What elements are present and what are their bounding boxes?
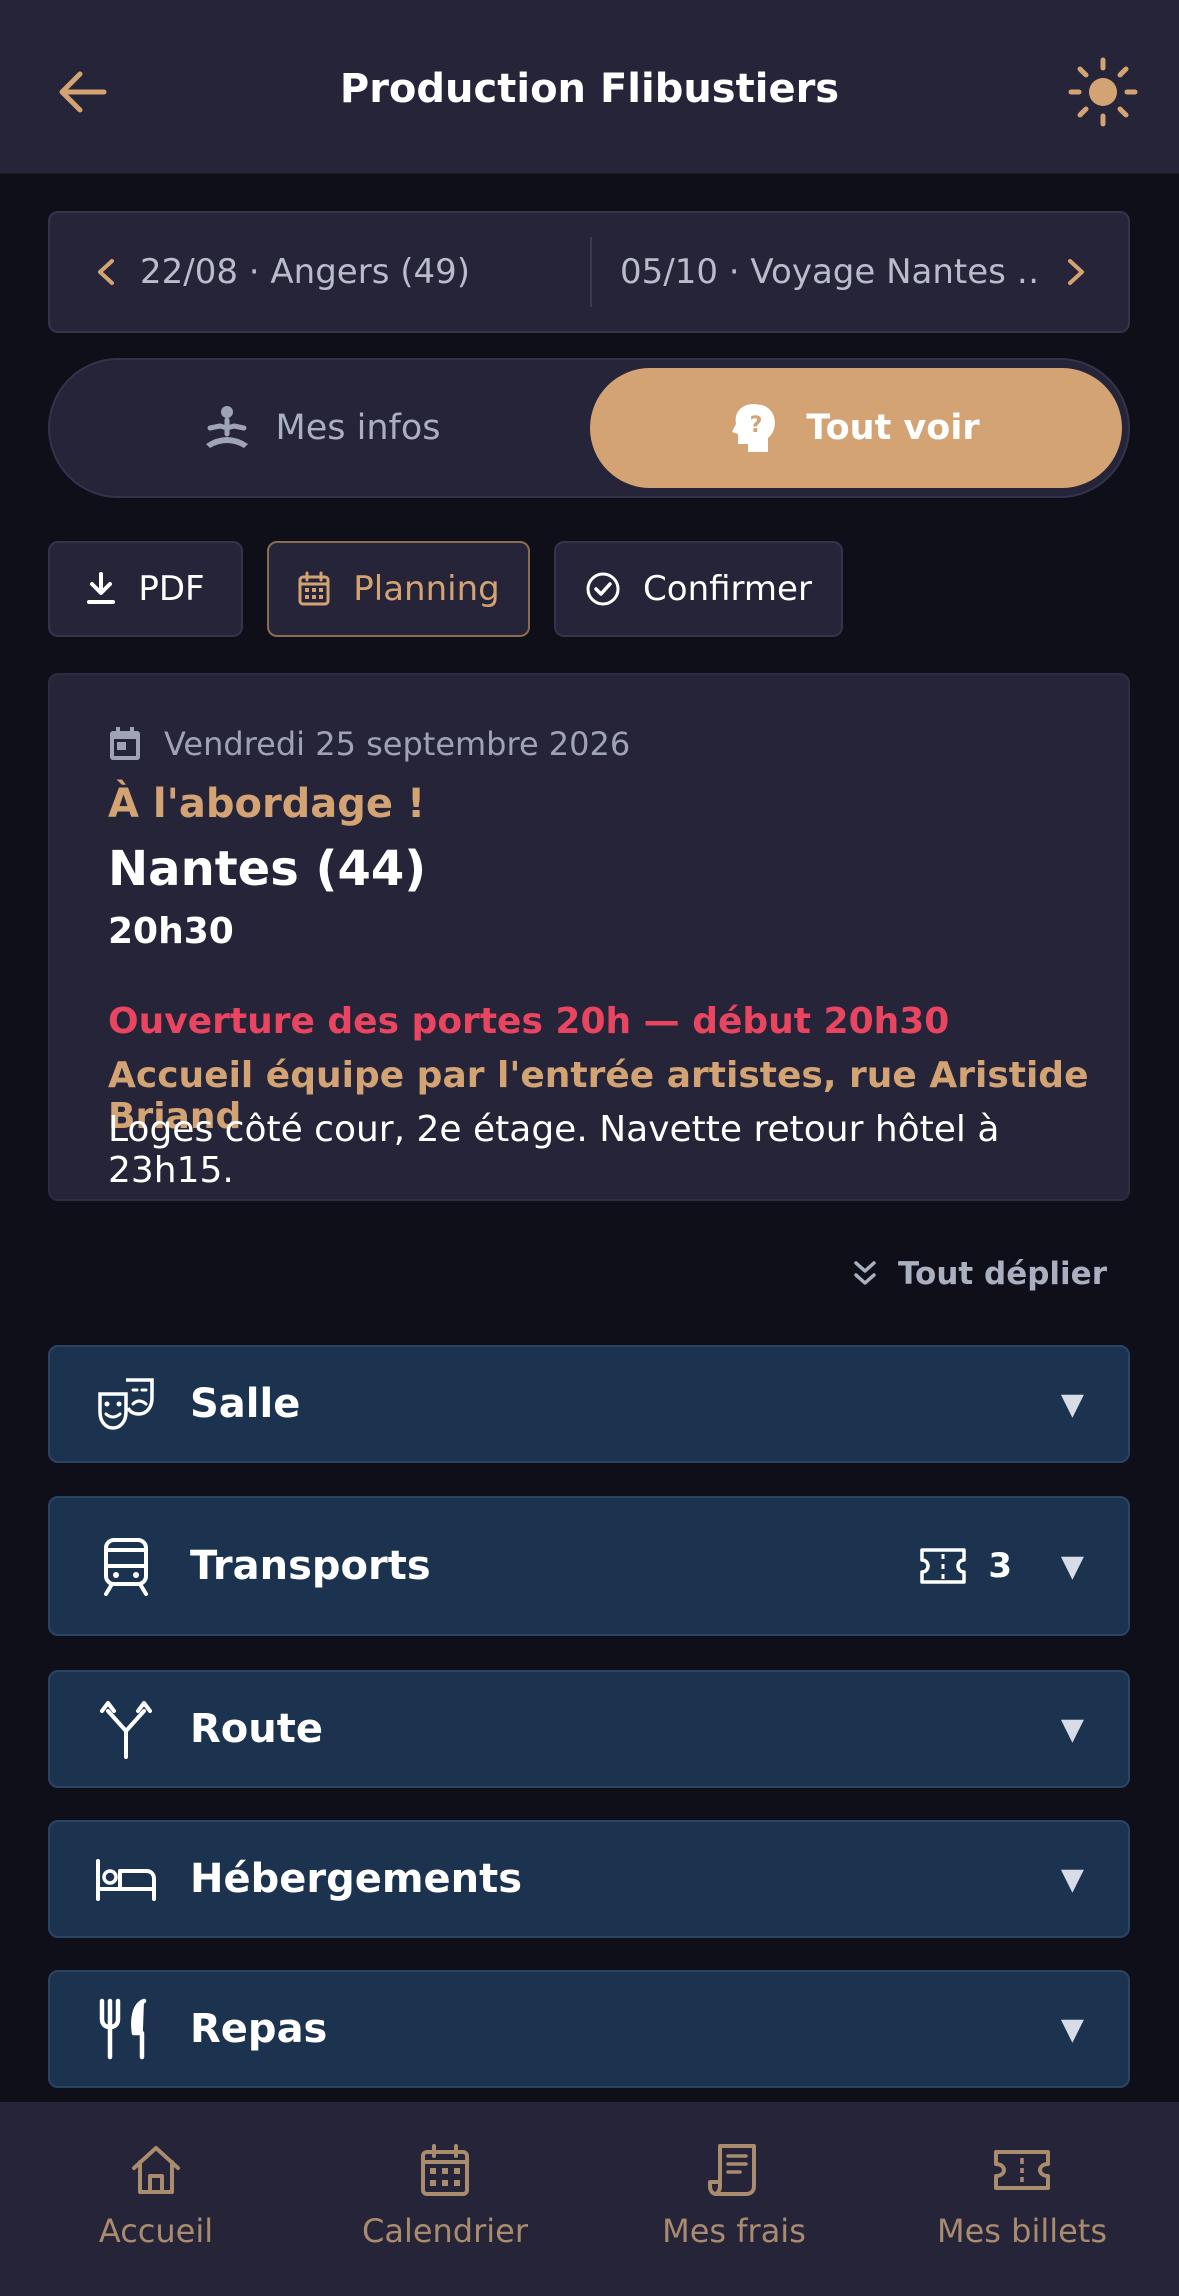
theater-masks-icon [94, 1372, 158, 1436]
svg-text:?: ? [750, 413, 763, 438]
ticket-count: 3 [988, 1546, 1012, 1586]
show-title: À l'abordage ! [108, 781, 426, 827]
ticket-icon [994, 2150, 1050, 2190]
pdf-download-button[interactable]: PDF [48, 541, 243, 637]
bed-icon [94, 1847, 158, 1911]
toggle-option-mes-infos[interactable]: Mes infos [50, 360, 590, 496]
app-header: Production Flibustiers [0, 0, 1179, 174]
dropdown-arrow-icon: ▼ [1060, 2011, 1084, 2047]
nav-item-mes-billets[interactable]: Mes billets [892, 2142, 1152, 2262]
dropdown-arrow-icon: ▼ [1060, 1386, 1084, 1422]
utensils-icon [94, 1997, 158, 2061]
date-navigation: 22/08 · Angers (49) 05/10 · Voyage Nante… [48, 211, 1130, 333]
section-repas[interactable]: Repas ▼ [48, 1970, 1130, 2088]
chevron-left-icon [98, 259, 114, 285]
event-time: 20h30 [108, 911, 234, 952]
section-label-repas: Repas [190, 2006, 328, 2052]
planning-label: Planning [353, 569, 500, 609]
nav-label-accueil: Accueil [98, 2212, 214, 2250]
dropdown-arrow-icon: ▼ [1060, 1861, 1084, 1897]
chevron-right-icon [1068, 259, 1084, 285]
previous-date-link[interactable]: 22/08 · Angers (49) [50, 213, 590, 331]
sun-icon[interactable] [1067, 56, 1139, 128]
event-date-text: Vendredi 25 septembre 2026 [164, 725, 631, 763]
section-salle[interactable]: Salle ▼ [48, 1345, 1130, 1463]
next-date-label: 05/10 · Voyage Nantes … [620, 252, 1040, 292]
dropdown-arrow-icon: ▼ [1060, 1548, 1084, 1584]
event-card: Vendredi 25 septembre 2026 À l'abordage … [48, 673, 1130, 1201]
view-toggle: Mes infos ? Tout voir [48, 358, 1130, 498]
calendar-icon [421, 2144, 469, 2196]
toggle-label-tout-voir: Tout voir [806, 408, 980, 448]
confirm-label: Confirmer [643, 569, 812, 609]
section-label-hebergements: Hébergements [190, 1856, 523, 1902]
bottom-navigation: Accueil Calendrier Mes frais Mes billets [0, 2102, 1179, 2296]
confirm-button[interactable]: Confirmer [554, 541, 843, 637]
expand-all-button[interactable]: Tout déplier [852, 1256, 1107, 1292]
next-date-link[interactable]: 05/10 · Voyage Nantes … [592, 213, 1128, 331]
pdf-label: PDF [138, 569, 205, 609]
calendar-icon [298, 571, 330, 606]
toggle-option-tout-voir[interactable]: ? Tout voir [590, 368, 1122, 488]
section-label-route: Route [190, 1706, 324, 1752]
meditation-person-icon [205, 406, 248, 448]
previous-date-label: 22/08 · Angers (49) [140, 252, 471, 292]
section-label-salle: Salle [190, 1381, 301, 1427]
event-date: Vendredi 25 septembre 2026 [108, 725, 630, 763]
page-title: Production Flibustiers [339, 66, 840, 112]
event-note-alert: Ouverture des portes 20h — début 20h30 [108, 1001, 950, 1042]
ticket-count-badge: 3 [918, 1546, 1012, 1586]
receipt-icon [708, 2144, 756, 2196]
section-transports[interactable]: Transports 3 ▼ [48, 1496, 1130, 1636]
train-icon [94, 1534, 158, 1598]
section-hebergements[interactable]: Hébergements ▼ [48, 1820, 1130, 1938]
section-label-transports: Transports [190, 1543, 431, 1589]
dropdown-arrow-icon: ▼ [1060, 1711, 1084, 1747]
nav-label-mes-billets: Mes billets [936, 2212, 1108, 2250]
route-fork-icon [94, 1697, 158, 1761]
planning-button[interactable]: Planning [267, 541, 530, 637]
toggle-label-mes-infos: Mes infos [275, 408, 441, 448]
double-chevron-down-icon [854, 1261, 876, 1285]
head-question-icon: ? [732, 404, 776, 452]
nav-label-calendrier: Calendrier [361, 2212, 528, 2250]
calendar-day-icon [110, 727, 140, 760]
home-icon [132, 2146, 180, 2194]
nav-item-accueil[interactable]: Accueil [26, 2142, 286, 2262]
check-circle-icon [586, 572, 620, 606]
ticket-icon [920, 1548, 967, 1584]
download-icon [87, 572, 116, 604]
nav-item-calendrier[interactable]: Calendrier [315, 2142, 575, 2262]
nav-label-mes-frais: Mes frais [662, 2212, 806, 2250]
event-note-info: Loges côté cour, 2e étage. Navette retou… [108, 1109, 1000, 1191]
section-route[interactable]: Route ▼ [48, 1670, 1130, 1788]
event-city: Nantes (44) [108, 841, 427, 897]
expand-all-label: Tout déplier [898, 1256, 1107, 1292]
nav-item-mes-frais[interactable]: Mes frais [604, 2142, 864, 2262]
